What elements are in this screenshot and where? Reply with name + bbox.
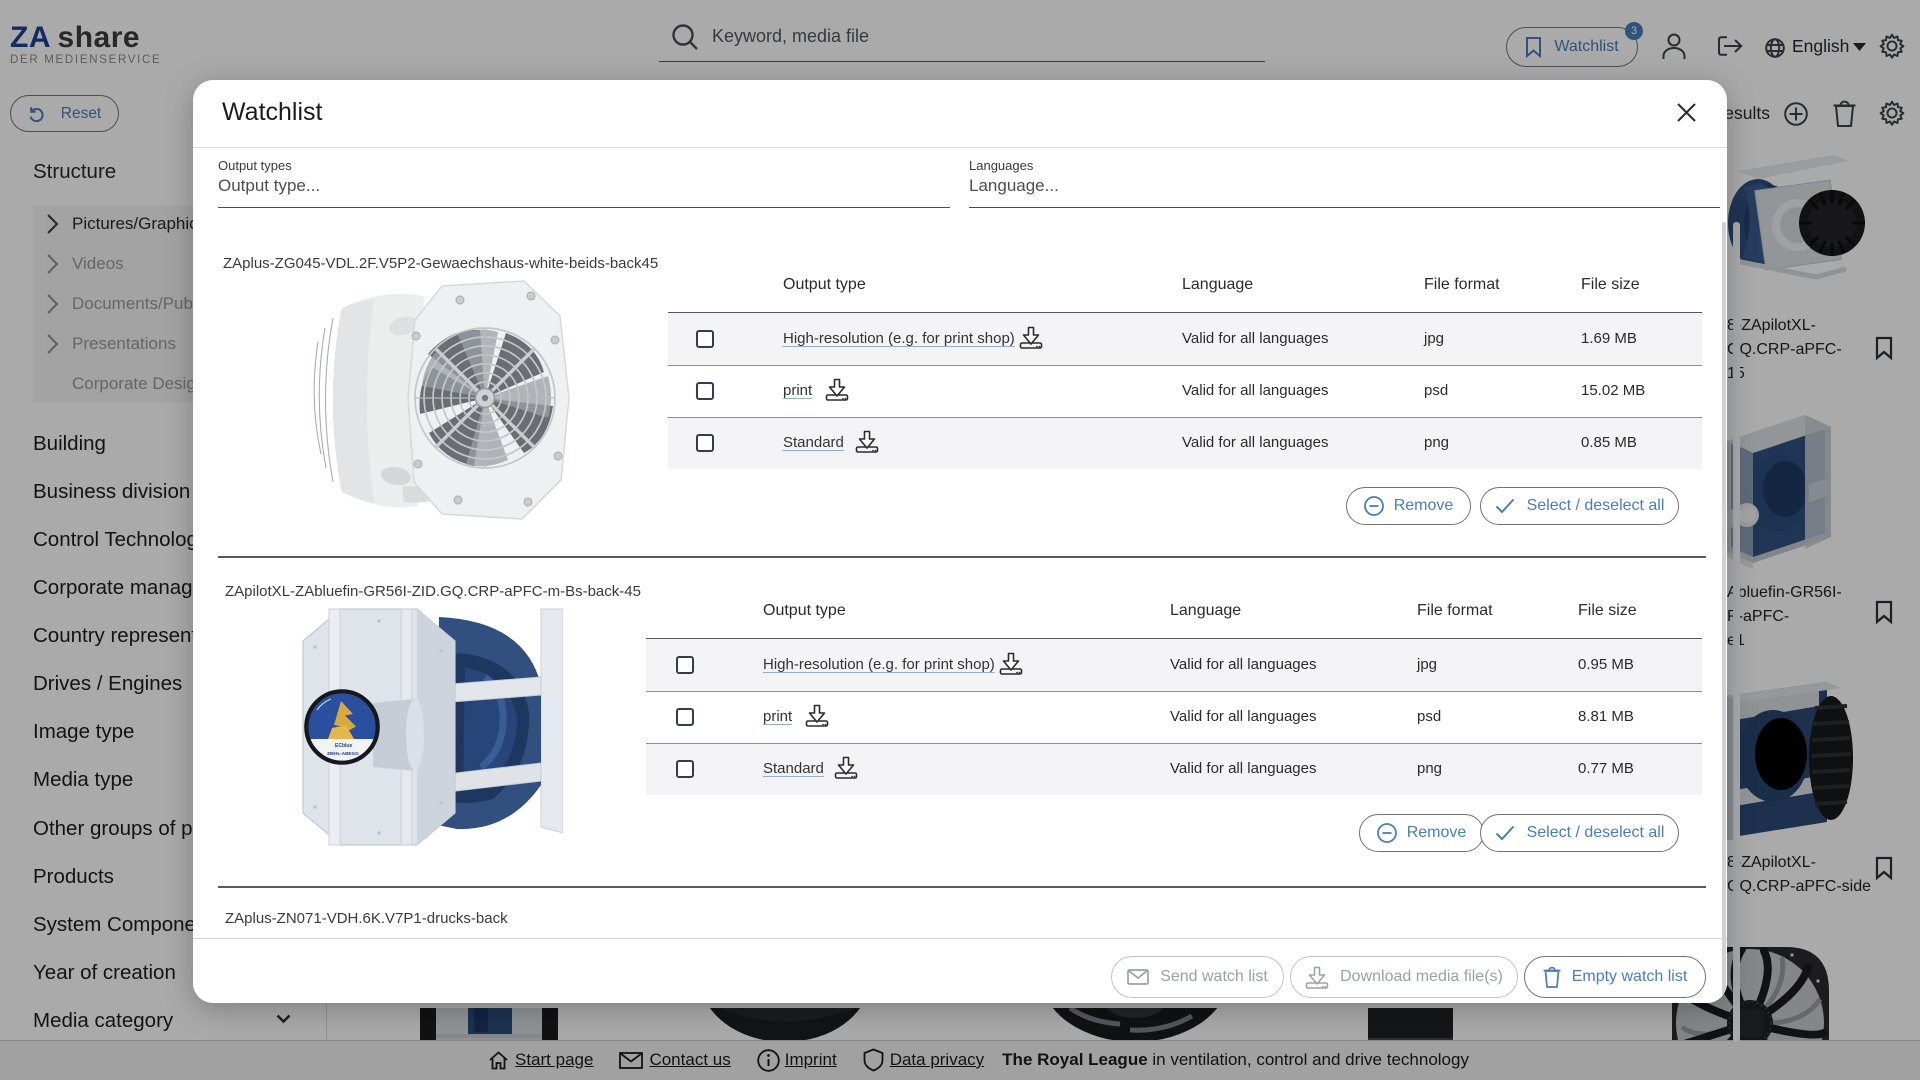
- svg-text:ZIEHL-ABEGG: ZIEHL-ABEGG: [327, 751, 359, 756]
- svg-text:ECblue: ECblue: [335, 743, 352, 749]
